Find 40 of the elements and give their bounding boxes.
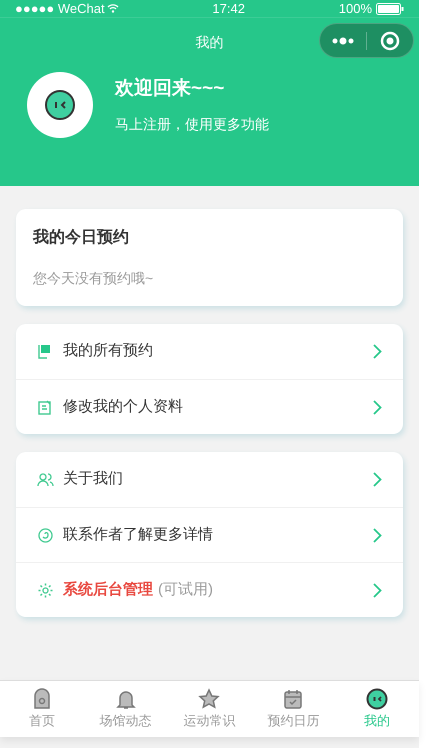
tab[interactable]: 预约日历 — [251, 681, 336, 737]
carrier-text: ●●●●● WeChat — [15, 0, 105, 18]
menu-item[interactable]: 修改我的个人资料 — [16, 379, 403, 434]
star-icon — [198, 688, 220, 710]
tab[interactable]: 我的 — [335, 681, 419, 737]
calendar-icon — [282, 688, 304, 710]
battery-text: 100% — [338, 0, 372, 18]
card-title: 我的今日预约 — [33, 228, 130, 248]
face-icon — [366, 688, 388, 710]
more-icon[interactable] — [332, 36, 354, 44]
chevron-right-icon — [373, 582, 382, 598]
chevron-right-icon — [373, 472, 382, 487]
menu-label: 关于我们 — [63, 469, 123, 490]
menu-item[interactable]: 我的所有预约 — [16, 324, 403, 379]
battery-icon — [376, 2, 404, 14]
wifi-icon — [106, 4, 119, 13]
tab[interactable]: 场馆动态 — [84, 681, 168, 737]
people-icon — [37, 471, 54, 488]
chevron-right-icon — [373, 528, 382, 542]
clock-text: 17:42 — [212, 0, 245, 18]
menu-label: 联系作者了解更多详情 — [63, 524, 213, 545]
tab[interactable]: 运动常识 — [168, 681, 252, 737]
empty-message: 您今天没有预约哦~ — [33, 269, 154, 288]
subtitle-text: 马上注册，使用更多功能 — [115, 114, 269, 134]
chevron-right-icon — [373, 344, 382, 359]
menu-label: 修改我的个人资料 — [63, 396, 183, 417]
chevron-right-icon — [373, 400, 382, 414]
menu-label: 系统后台管理 — [63, 580, 153, 600]
face-icon — [44, 89, 76, 121]
menu-item[interactable]: 系统后台管理 (可试用) — [16, 562, 403, 617]
greeting-text: 欢迎回来~~~ — [115, 76, 226, 102]
menu-item[interactable]: 联系作者了解更多详情 — [16, 507, 403, 562]
capsule-button[interactable] — [319, 23, 414, 58]
close-icon[interactable] — [380, 30, 400, 50]
page-title: 我的 — [196, 32, 224, 52]
tab[interactable]: 首页 — [0, 681, 84, 737]
settings-icon — [37, 582, 54, 598]
menu-item[interactable]: 关于我们 — [16, 452, 403, 507]
menu-label: 我的所有预约 — [63, 341, 153, 362]
note-text: (可试用) — [158, 580, 213, 600]
